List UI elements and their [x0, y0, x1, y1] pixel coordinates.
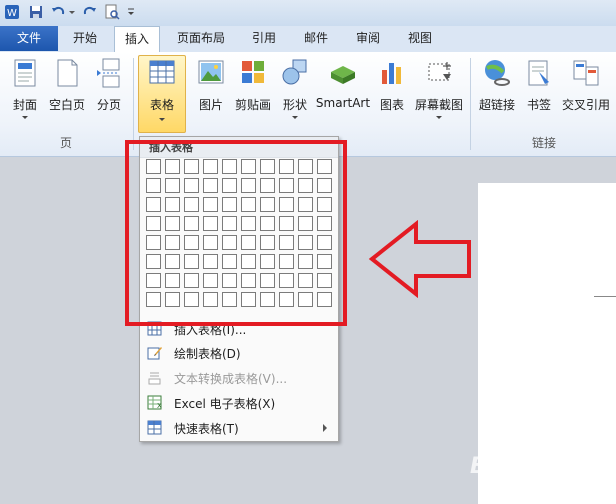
- screenshot-icon: [428, 62, 451, 81]
- tab-page-layout[interactable]: 页面布局: [166, 26, 236, 51]
- print-preview-icon[interactable]: [104, 4, 120, 20]
- tab-review[interactable]: 审阅: [346, 26, 390, 51]
- menu-item-label: 绘制表格(D): [174, 347, 241, 361]
- menu-item-draw-table[interactable]: 绘制表格(D): [140, 341, 338, 365]
- annotation-arrow-icon: [368, 220, 471, 298]
- cross-reference-icon: [573, 60, 599, 86]
- customize-icon[interactable]: [126, 4, 136, 20]
- smartart-icon: [331, 66, 355, 84]
- page-break-button[interactable]: 分页: [86, 56, 132, 122]
- menu-item-label: Excel 电子表格(X): [174, 397, 276, 411]
- menu-item-label: 快速表格(T): [174, 422, 239, 436]
- group-label-pages: 页: [59, 136, 72, 150]
- tab-file[interactable]: 文件: [0, 26, 58, 51]
- tab-references[interactable]: 引用: [242, 26, 286, 51]
- word-app-icon[interactable]: W: [4, 4, 20, 20]
- margin-marker: [594, 296, 616, 297]
- annotation-highlight-box: [125, 140, 347, 326]
- bookmark-button[interactable]: 书签: [516, 56, 562, 122]
- shapes-icon: [282, 59, 307, 85]
- table-button[interactable]: 表格: [138, 55, 186, 133]
- chevron-down-icon: [292, 116, 298, 119]
- cover-page-icon: [14, 59, 36, 87]
- bookmark-icon: [528, 60, 549, 86]
- tab-mailings[interactable]: 邮件: [294, 26, 338, 51]
- picture-icon: [198, 60, 224, 84]
- chevron-down-icon: [436, 116, 442, 119]
- menu-item-label: 文本转换成表格(V)...: [174, 372, 288, 386]
- chevron-right-icon: [323, 424, 327, 432]
- screenshot-button[interactable]: 屏幕截图: [415, 56, 463, 122]
- svg-text:X: X: [157, 402, 162, 410]
- quick-table-icon: [147, 420, 162, 435]
- chart-icon: [382, 63, 401, 84]
- page-break-label: 分页: [96, 98, 121, 112]
- chevron-down-icon: [159, 118, 165, 121]
- clip-art-icon: [242, 61, 264, 83]
- chart-button[interactable]: 图表: [369, 56, 415, 122]
- redo-icon[interactable]: [82, 4, 98, 20]
- shapes-button[interactable]: 形状: [272, 56, 318, 122]
- page-break-icon: [97, 58, 120, 88]
- undo-dropdown-icon[interactable]: [68, 4, 76, 20]
- smartart-button[interactable]: SmartArt: [316, 56, 370, 122]
- save-icon[interactable]: [28, 4, 44, 20]
- excel-icon: X: [147, 395, 162, 410]
- blank-page-icon: [57, 59, 78, 87]
- convert-text-icon: [148, 372, 161, 385]
- screenshot-label: 屏幕截图: [414, 98, 463, 112]
- group-label-links: 链接: [531, 136, 556, 150]
- menu-item-quick-tables[interactable]: 快速表格(T): [140, 416, 338, 440]
- quick-access-toolbar: W: [0, 0, 616, 27]
- cross-reference-button[interactable]: 交叉引用: [562, 56, 610, 122]
- chevron-down-icon: [22, 116, 28, 119]
- menu-item-convert-text: 文本转换成表格(V)...: [140, 366, 338, 390]
- watermark-url: jingyan.baidu.com: [508, 476, 601, 487]
- svg-text:W: W: [7, 8, 17, 19]
- pencil-icon: [147, 347, 162, 360]
- tab-view[interactable]: 视图: [398, 26, 442, 51]
- undo-icon[interactable]: [50, 4, 66, 20]
- menu-item-excel-spreadsheet[interactable]: X Excel 电子表格(X): [140, 391, 338, 415]
- table-icon: [149, 60, 175, 84]
- hyperlink-icon: [485, 60, 510, 86]
- cross-reference-label: 交叉引用: [561, 98, 610, 112]
- tab-insert[interactable]: 插入: [114, 26, 160, 53]
- tab-home[interactable]: 开始: [62, 26, 108, 51]
